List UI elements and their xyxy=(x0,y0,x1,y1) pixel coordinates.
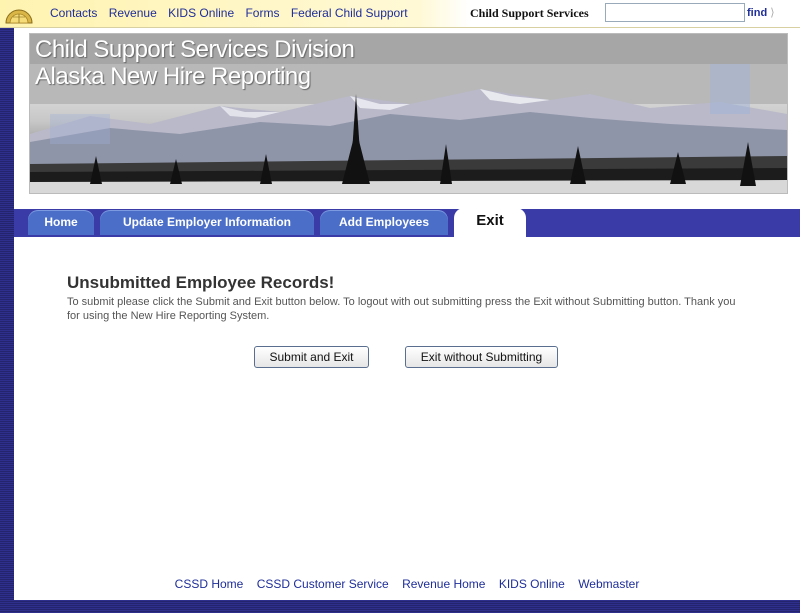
footer-links: CSSD Home CSSD Customer Service Revenue … xyxy=(14,577,800,591)
footer-link-webmaster[interactable]: Webmaster xyxy=(578,577,639,591)
alaska-seal-icon xyxy=(5,9,33,24)
banner-title: Child Support Services Division xyxy=(35,36,355,63)
tab-home[interactable]: Home xyxy=(28,210,94,235)
exit-without-submitting-button[interactable]: Exit without Submitting xyxy=(405,346,558,368)
top-nav-link-forms[interactable]: Forms xyxy=(245,6,279,20)
top-nav-link-kids-online[interactable]: KIDS Online xyxy=(168,6,234,20)
footer-link-cssd-home[interactable]: CSSD Home xyxy=(175,577,244,591)
tab-update-employer-information[interactable]: Update Employer Information xyxy=(100,210,314,235)
header-banner: Child Support Services Division Alaska N… xyxy=(29,33,788,194)
footer-link-cssd-customer-service[interactable]: CSSD Customer Service xyxy=(257,577,389,591)
top-nav-link-contacts[interactable]: Contacts xyxy=(50,6,97,20)
find-arrow-icon: ⟩ xyxy=(770,7,775,19)
child-support-services-label: Child Support Services xyxy=(470,6,589,20)
banner-subtitle: Alaska New Hire Reporting xyxy=(35,63,311,90)
top-bar: Contacts Revenue KIDS Online Forms Feder… xyxy=(0,0,800,28)
top-nav-link-revenue[interactable]: Revenue xyxy=(109,6,157,20)
page-content: Child Support Services Division Alaska N… xyxy=(14,28,800,600)
top-nav: Contacts Revenue KIDS Online Forms Feder… xyxy=(50,6,416,20)
instruction-text: To submit please click the Submit and Ex… xyxy=(67,296,736,322)
top-nav-link-federal-child-support[interactable]: Federal Child Support xyxy=(291,6,408,20)
find-label: find xyxy=(747,7,768,19)
footer-link-kids-online[interactable]: KIDS Online xyxy=(499,577,565,591)
tab-add-employees[interactable]: Add Employees xyxy=(320,210,448,235)
find-button[interactable]: find ⟩ xyxy=(747,6,775,19)
footer-link-revenue-home[interactable]: Revenue Home xyxy=(402,577,485,591)
page-heading: Unsubmitted Employee Records! xyxy=(67,273,335,292)
tab-exit[interactable]: Exit xyxy=(454,208,526,237)
search-input[interactable] xyxy=(605,3,745,22)
submit-and-exit-button[interactable]: Submit and Exit xyxy=(254,346,369,368)
